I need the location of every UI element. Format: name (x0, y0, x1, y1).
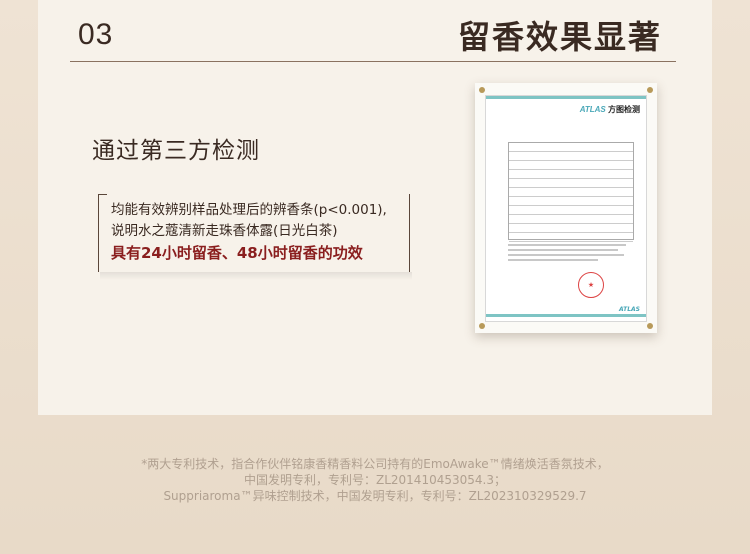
title-divider (70, 61, 676, 62)
atlas-footer-logo: ATLAS (619, 306, 640, 313)
claim-line-2: 说明水之蔻清新走珠香体露(日光白茶) (111, 223, 338, 239)
claim-highlight: 具有24小时留香、48小时留香的功效 (111, 244, 363, 262)
footnote-line-2: 中国发明专利，专利号：ZL201410453054.3； (244, 473, 506, 487)
red-seal-icon: ★ (578, 272, 604, 298)
footnote-line-3: Suppriaroma™异味控制技术，中国发明专利，专利号：ZL20231032… (163, 489, 587, 503)
section-title: 留香效果显著 (457, 18, 662, 56)
certificate-brand: ATLAS 方图检测 (580, 104, 640, 115)
claim-box-shadow (100, 272, 412, 280)
patent-footnote: *两大专利技术，指合作伙伴铭康香精香料公司持有的EmoAwake™情绪焕活香氛技… (0, 456, 750, 504)
doc-top-stripe (486, 96, 646, 99)
frame-pin-icon (479, 87, 485, 93)
claim-box: 均能有效辨别样品处理后的辨香条(p<0.001), 说明水之蔻清新走珠香体露(日… (98, 194, 410, 272)
atlas-logo: ATLAS (579, 105, 606, 114)
frame-pin-icon (479, 323, 485, 329)
section-number: 03 (78, 18, 114, 51)
content-card: 03 留香效果显著 通过第三方检测 均能有效辨别样品处理后的辨香条(p<0.00… (38, 0, 712, 415)
frame-pin-icon (647, 323, 653, 329)
subheading: 通过第三方检测 (92, 138, 260, 164)
footnote-line-1: *两大专利技术，指合作伙伴铭康香精香料公司持有的EmoAwake™情绪焕活香氛技… (141, 457, 609, 471)
brand-name: 方图检测 (608, 105, 640, 114)
certificate-frame: ATLAS 方图检测 ★ ATLAS (475, 83, 657, 333)
test-report-document: ATLAS 方图检测 ★ ATLAS (485, 95, 647, 322)
frame-pin-icon (647, 87, 653, 93)
report-table (508, 142, 634, 242)
doc-bottom-stripe (486, 314, 646, 317)
claim-line-1: 均能有效辨别样品处理后的辨香条(p<0.001), (111, 202, 387, 218)
